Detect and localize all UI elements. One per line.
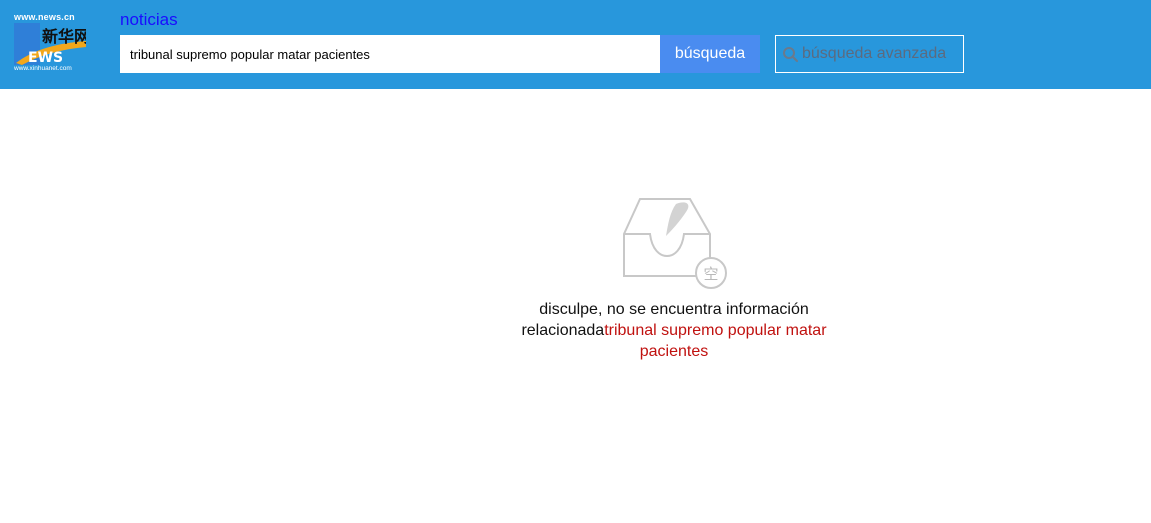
search-input[interactable]	[120, 35, 660, 73]
logo-news-text: EWS	[28, 50, 63, 65]
logo-url-bottom: www.xinhuanet.com	[14, 65, 72, 72]
message-query: tribunal supremo popular matar pacientes	[604, 322, 827, 360]
empty-inbox-icon: 空	[623, 198, 727, 289]
header-bar: www.news.cn 新华网 EWS www.xinhuanet.com no…	[0, 0, 1151, 89]
advanced-search-label: búsqueda avanzada	[802, 45, 947, 62]
no-results-message: disculpe, no se encuentra información re…	[500, 299, 848, 362]
search-icon	[783, 46, 799, 62]
nav-link-noticias[interactable]: noticias	[120, 10, 178, 30]
logo-mark-icon: 新华网 EWS	[14, 23, 86, 65]
logo-url-top: www.news.cn	[14, 12, 75, 22]
empty-badge-char: 空	[703, 265, 718, 283]
page: www.news.cn 新华网 EWS www.xinhuanet.com no…	[0, 0, 1151, 523]
message-line1: disculpe, no se encuentra información	[539, 301, 809, 318]
advanced-search-button[interactable]: búsqueda avanzada	[775, 35, 964, 73]
logo-chinese-text: 新华网	[42, 27, 86, 46]
search-button[interactable]: búsqueda	[660, 35, 760, 73]
xinhua-logo[interactable]: www.news.cn 新华网 EWS www.xinhuanet.com	[14, 12, 86, 76]
message-prefix: relacionada	[521, 322, 605, 339]
